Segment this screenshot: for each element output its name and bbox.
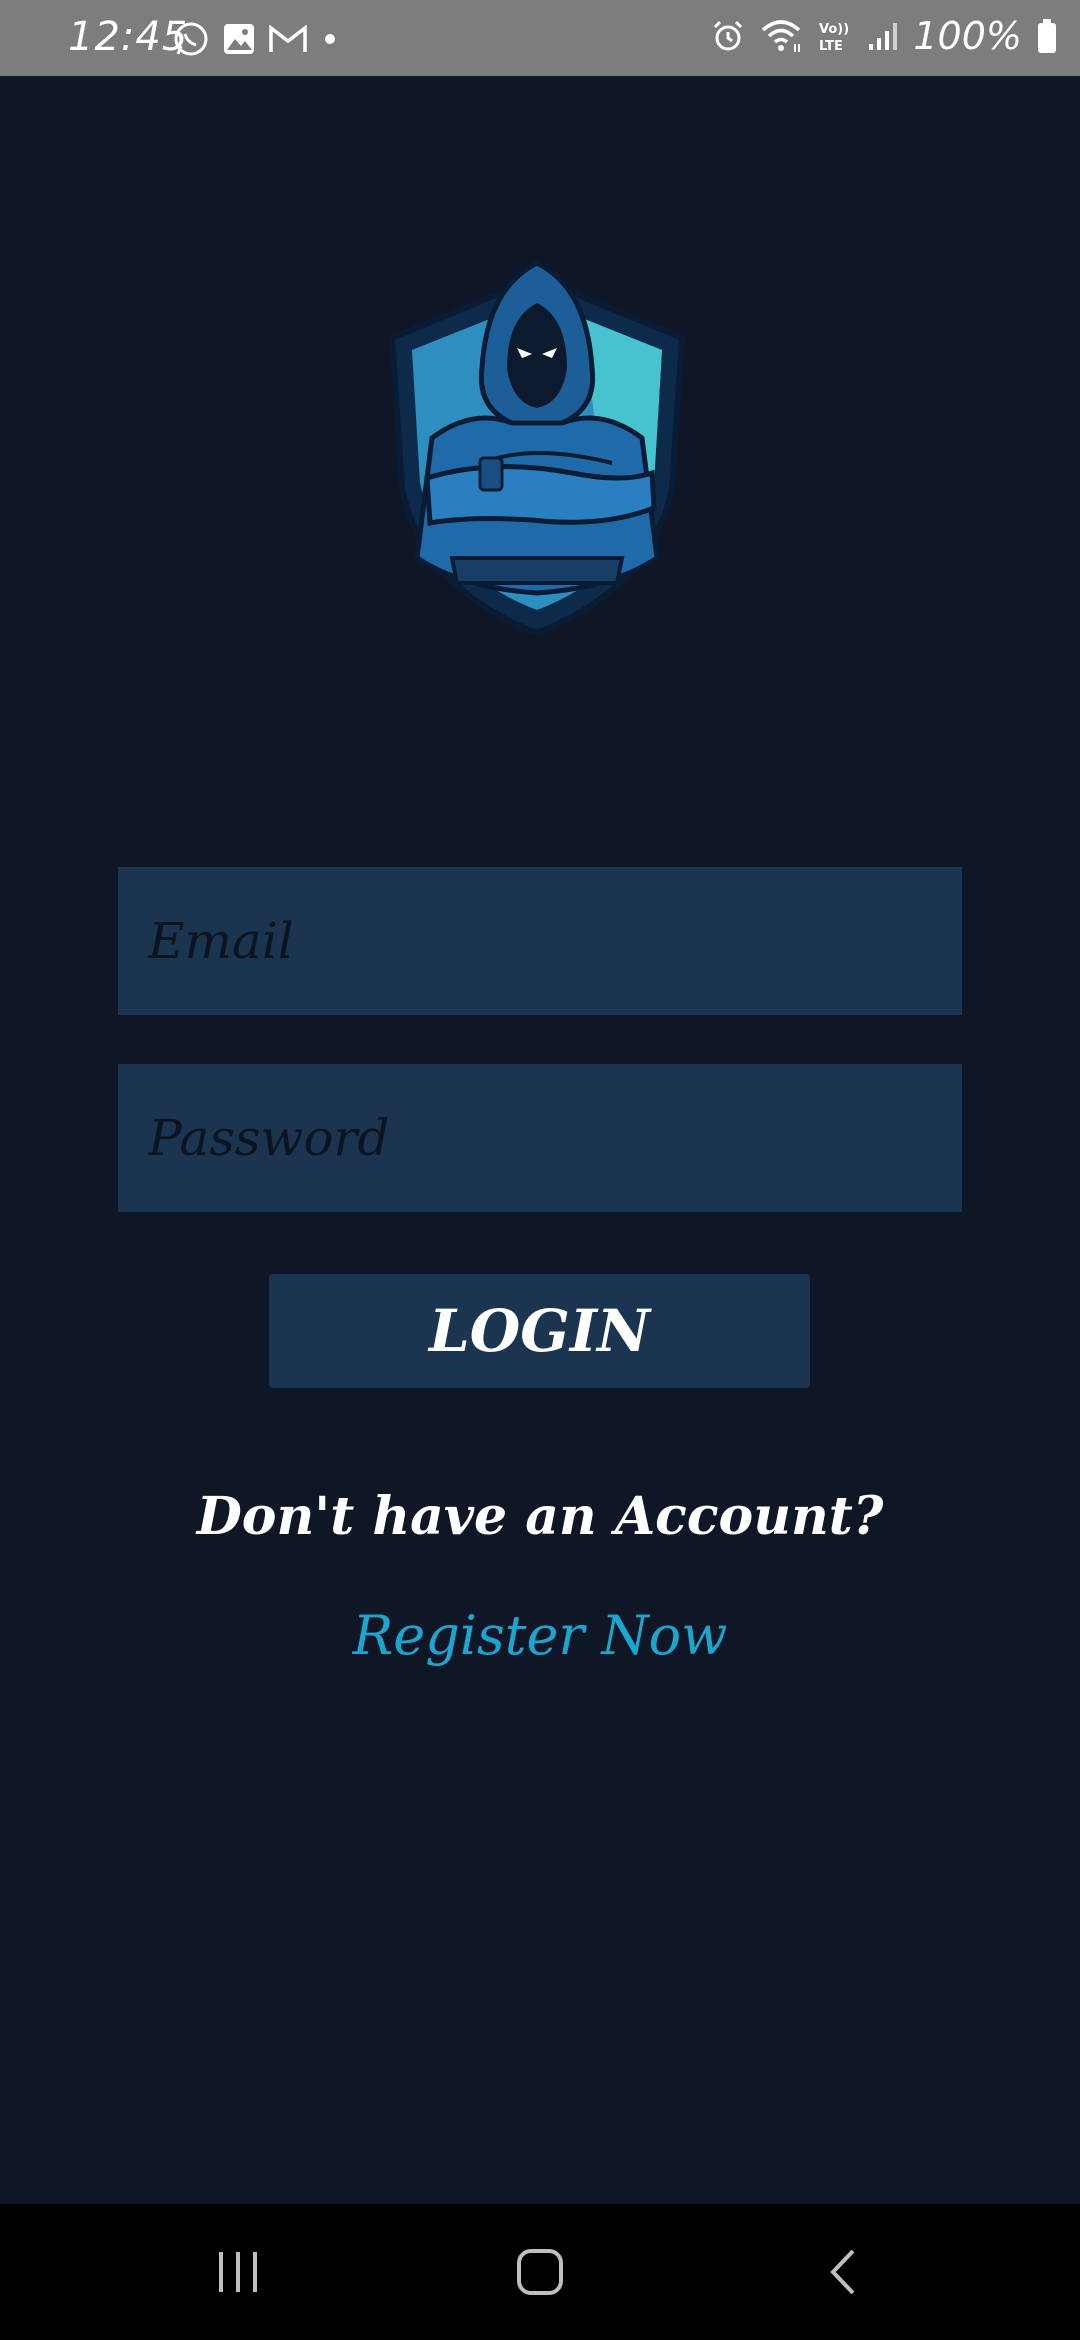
register-now-link[interactable]: Register Now [0, 1604, 1080, 1667]
email-field[interactable] [146, 911, 934, 971]
hooded-mascot-logo [388, 260, 686, 637]
dot-icon [325, 34, 335, 44]
status-time: 12:45 [68, 14, 189, 60]
svg-text:LTE: LTE [819, 39, 843, 54]
wifi-icon [762, 20, 801, 52]
whatsapp-icon [174, 22, 208, 56]
login-screen: 12:45 Vo)) LTE 100% Email LOGIN Don't ha… [0, 0, 1080, 2340]
svg-text:Vo)): Vo)) [819, 22, 849, 37]
home-button[interactable] [470, 2204, 610, 2340]
password-field-container [118, 1064, 962, 1212]
battery-icon [1038, 19, 1056, 53]
alarm-icon [714, 20, 743, 51]
gallery-icon [224, 24, 254, 54]
recents-button[interactable] [168, 2204, 308, 2340]
no-account-text: Don't have an Account? [196, 1486, 884, 1547]
system-icons: Vo)) LTE 100% [711, 14, 1058, 58]
recents-icon [219, 2252, 257, 2292]
notification-icons [172, 20, 340, 58]
password-field[interactable] [146, 1108, 934, 1168]
back-icon [830, 2249, 855, 2295]
home-icon [517, 2249, 563, 2295]
login-button[interactable]: LOGIN [269, 1274, 810, 1388]
signal-icon [869, 23, 898, 50]
battery-percentage: 100% [913, 14, 1022, 58]
back-button[interactable] [774, 2204, 914, 2340]
email-field-container [118, 867, 962, 1015]
gmail-icon [269, 24, 307, 52]
status-bar: 12:45 Vo)) LTE 100% [0, 0, 1080, 76]
navigation-bar [0, 2204, 1080, 2340]
volte-icon: Vo)) LTE [819, 22, 849, 54]
